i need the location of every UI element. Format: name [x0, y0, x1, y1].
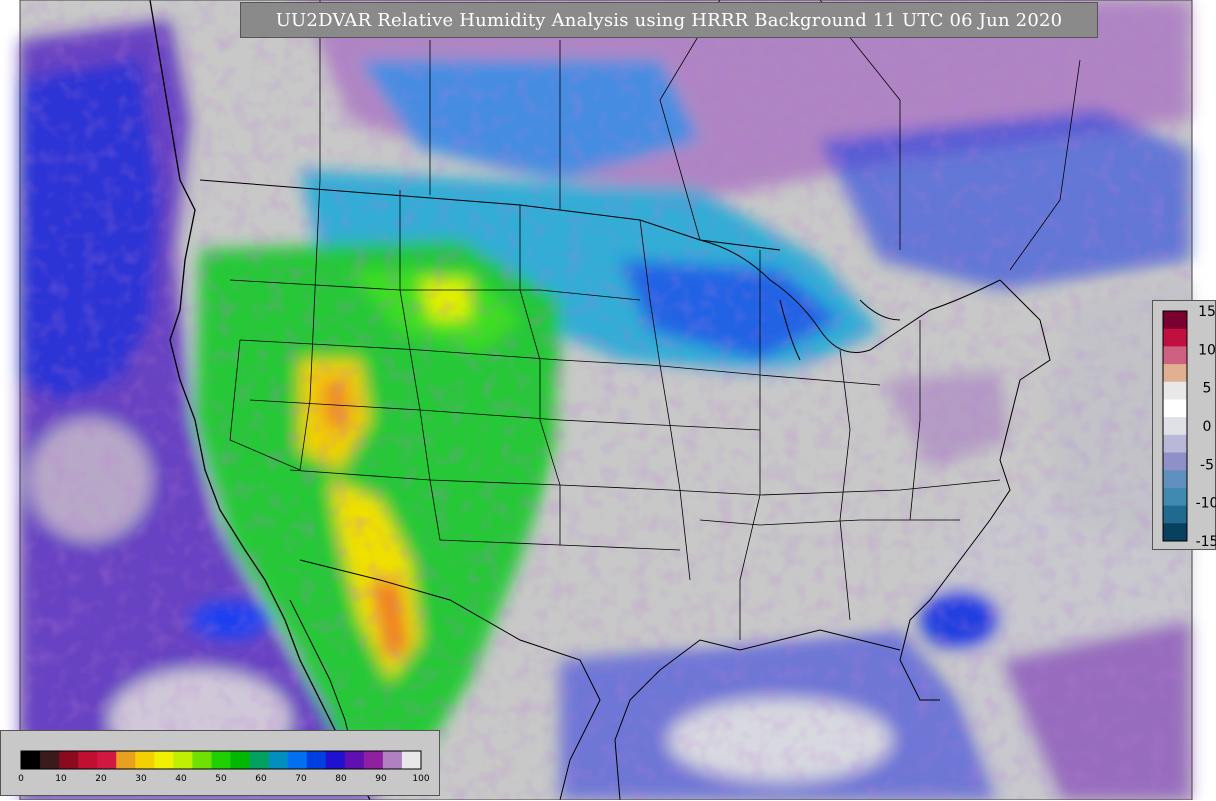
humidity-tick-label: 80 [335, 774, 347, 784]
humidity-color-swatch [382, 751, 403, 769]
humidity-map [19, 0, 1193, 800]
humidity-color-swatch [344, 751, 365, 769]
humidity-colorbar-ticks: 0 10 20 30 40 50 60 70 80 90 100 [18, 774, 430, 784]
difference-color-swatch [1163, 311, 1187, 330]
humidity-colorbar-svg: 0 10 20 30 40 50 60 70 80 90 100 [18, 750, 430, 784]
difference-tick-label: -10 [1196, 496, 1216, 512]
difference-color-swatch [1163, 523, 1187, 542]
humidity-colorbar: 0 10 20 30 40 50 60 70 80 90 100 [0, 730, 440, 796]
difference-tick-label: 15 [1198, 304, 1216, 320]
difference-color-swatch [1163, 487, 1187, 507]
humidity-colorbar-swatches [20, 750, 422, 770]
humidity-color-swatch [325, 751, 346, 769]
difference-color-swatch [1163, 505, 1187, 524]
difference-color-swatch [1163, 470, 1187, 489]
humidity-tick-label: 20 [95, 774, 107, 784]
difference-color-swatch [1163, 434, 1187, 454]
humidity-color-swatch [78, 751, 98, 769]
humidity-color-swatch [21, 751, 41, 769]
difference-colorbar-svg: 15 10 5 0 -5 -10 -15 [1162, 304, 1216, 550]
difference-color-swatch [1163, 346, 1187, 365]
difference-color-swatch [1163, 417, 1187, 436]
humidity-color-swatch [135, 751, 155, 769]
humidity-color-swatch [173, 751, 193, 769]
humidity-color-swatch [97, 751, 117, 769]
humidity-color-swatch [401, 751, 422, 769]
humidity-tick-label: 70 [295, 774, 307, 784]
difference-colorbar-swatches [1162, 310, 1188, 542]
humidity-color-swatch [116, 751, 136, 769]
difference-tick-label: 10 [1198, 342, 1216, 358]
difference-colorbar-ticks: 15 10 5 0 -5 -10 -15 [1196, 304, 1216, 550]
humidity-color-swatch [306, 751, 327, 769]
humidity-tick-label: 0 [18, 774, 24, 784]
difference-colorbar: 15 10 5 0 -5 -10 -15 [1152, 300, 1216, 550]
field-texture [20, 0, 1192, 800]
humidity-color-swatch [268, 751, 289, 769]
humidity-tick-label: 30 [135, 774, 147, 784]
difference-color-swatch [1163, 399, 1187, 418]
difference-color-swatch [1163, 381, 1187, 400]
humidity-color-swatch [287, 751, 308, 769]
humidity-color-swatch [249, 751, 270, 769]
humidity-color-swatch [154, 751, 174, 769]
humidity-tick-label: 10 [55, 774, 67, 784]
humidity-color-swatch [363, 751, 384, 769]
difference-tick-label: 0 [1203, 419, 1212, 435]
difference-tick-label: 5 [1203, 381, 1212, 397]
humidity-color-swatch [230, 751, 251, 769]
humidity-color-swatch [211, 751, 232, 769]
difference-color-swatch [1163, 452, 1187, 471]
humidity-tick-label: 100 [412, 774, 429, 784]
difference-tick-label: -15 [1196, 534, 1216, 550]
humidity-color-swatch [40, 751, 60, 769]
difference-tick-label: -5 [1200, 457, 1214, 473]
humidity-tick-label: 50 [215, 774, 227, 784]
difference-color-swatch [1163, 328, 1187, 347]
humidity-color-swatch [59, 751, 79, 769]
humidity-tick-label: 60 [255, 774, 267, 784]
humidity-tick-label: 40 [175, 774, 187, 784]
map-title: UU2DVAR Relative Humidity Analysis using… [240, 2, 1098, 38]
humidity-color-swatch [192, 751, 212, 769]
humidity-tick-label: 90 [375, 774, 387, 784]
difference-color-swatch [1163, 364, 1187, 383]
